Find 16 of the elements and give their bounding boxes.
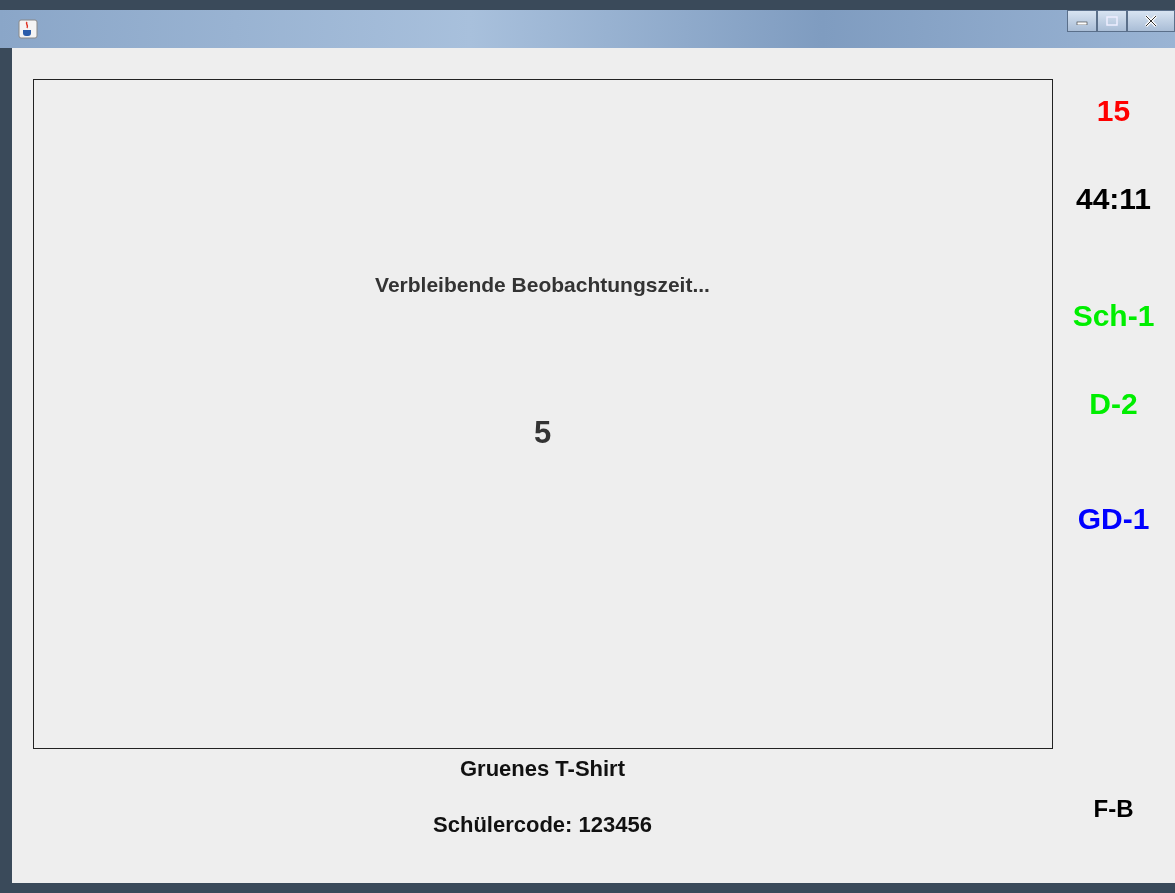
coffee-cup-icon bbox=[18, 19, 38, 39]
status-label: GD-1 bbox=[1077, 501, 1150, 537]
corner-label: F-B bbox=[1093, 795, 1134, 823]
status-label: D-2 bbox=[1089, 386, 1138, 422]
status-label: 15 bbox=[1096, 93, 1131, 129]
close-icon bbox=[1144, 15, 1158, 27]
remaining-time-label: Verbleibende Beobachtungszeit... bbox=[375, 273, 710, 297]
maximize-button[interactable] bbox=[1097, 10, 1127, 32]
close-button[interactable] bbox=[1127, 10, 1175, 32]
minimize-button[interactable] bbox=[1067, 10, 1097, 32]
student-code-label: Schülercode: 123456 bbox=[433, 812, 652, 838]
maximize-icon bbox=[1106, 16, 1118, 26]
countdown-number: 5 bbox=[533, 415, 552, 451]
status-label: Sch-1 bbox=[1072, 298, 1155, 334]
shirt-label: Gruenes T-Shirt bbox=[459, 756, 625, 782]
status-label: 44:11 bbox=[1075, 181, 1152, 217]
